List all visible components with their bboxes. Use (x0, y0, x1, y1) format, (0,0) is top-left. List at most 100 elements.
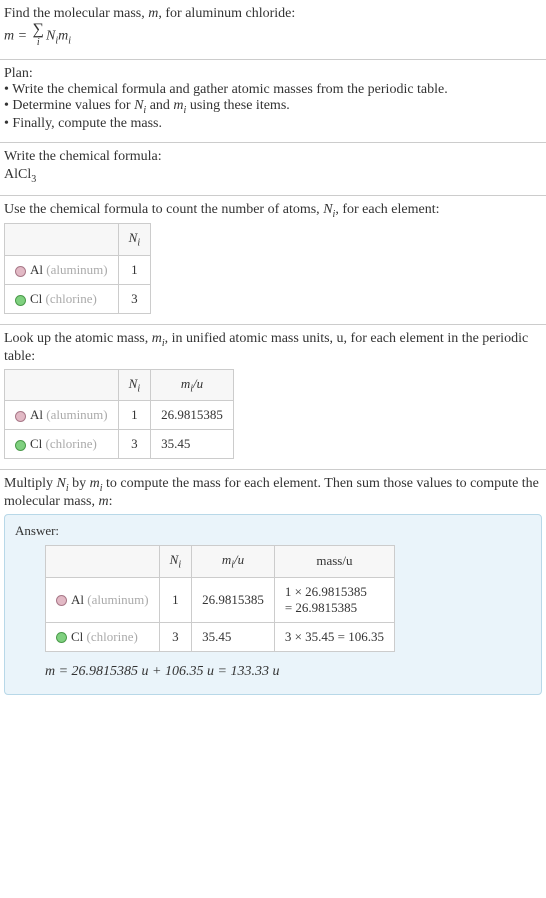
intro-section: Find the molecular mass, m, for aluminum… (0, 0, 546, 60)
element-name: (chlorine) (46, 291, 97, 306)
n-header: Ni (118, 224, 150, 256)
element-dot-icon (15, 295, 26, 306)
mass-header: mass/u (274, 546, 394, 578)
final-var: N (57, 476, 66, 491)
element-cell: Al (aluminum) (5, 255, 119, 284)
element-name: (aluminum) (46, 407, 107, 422)
header-var: m (222, 552, 231, 567)
element-symbol: Cl (30, 436, 42, 451)
plan-bullet: • Write the chemical formula and gather … (4, 82, 542, 98)
element-cell: Al (aluminum) (5, 401, 119, 430)
table-header-row: Ni mi/u mass/u (46, 546, 395, 578)
m-cell: 26.9815385 (151, 401, 234, 430)
header-var: m (181, 376, 190, 391)
m-cell: 26.9815385 (192, 577, 275, 622)
header-var: N (170, 552, 179, 567)
element-symbol: Al (71, 592, 84, 607)
eq-lhs: m (4, 29, 14, 44)
table-row: Cl (chlorine) 3 35.45 (5, 430, 234, 459)
final-text: Multiply (4, 476, 57, 491)
sum-symbol: ∑i (33, 24, 44, 49)
header-sub: i (178, 560, 181, 571)
chem-sub: 3 (31, 174, 36, 185)
m-cell: 35.45 (151, 430, 234, 459)
final-heading: Multiply Ni by mi to compute the mass fo… (4, 476, 542, 510)
mass-heading: Look up the atomic mass, mi, in unified … (4, 331, 542, 365)
plan-bullet: • Determine values for Ni and mi using t… (4, 98, 542, 116)
header-var: N (129, 376, 138, 391)
n-header: Ni (159, 546, 191, 578)
formula-section: Write the chemical formula: AlCl3 (0, 143, 546, 196)
table-row: Cl (chlorine) 3 (5, 284, 151, 313)
final-var: m (98, 494, 108, 509)
element-symbol: Al (30, 262, 43, 277)
m-header: mi/u (192, 546, 275, 578)
final-var: m (90, 476, 100, 491)
element-dot-icon (15, 411, 26, 422)
answer-box: Answer: Ni mi/u mass/u Al (aluminum) 1 2… (4, 514, 542, 695)
count-var: N (323, 202, 332, 217)
eq-n: N (46, 29, 55, 44)
empty-header (5, 224, 119, 256)
formula-heading: Write the chemical formula: (4, 149, 542, 165)
mass-line: = 26.9815385 (285, 600, 357, 615)
count-table: Ni Al (aluminum) 1 Cl (chlorine) 3 (4, 223, 151, 314)
table-row: Cl (chlorine) 3 35.45 3 × 35.45 = 106.35 (46, 622, 395, 651)
element-name: (chlorine) (46, 436, 97, 451)
element-symbol: Cl (30, 291, 42, 306)
table-header-row: Ni (5, 224, 151, 256)
table-header-row: Ni mi/u (5, 369, 234, 401)
element-cell: Cl (chlorine) (5, 430, 119, 459)
n-cell: 1 (159, 577, 191, 622)
plan-heading: Plan: (4, 66, 542, 82)
empty-header (46, 546, 160, 578)
element-dot-icon (56, 632, 67, 643)
sigma-icon: ∑ (33, 21, 44, 38)
eq-m-sub: i (68, 36, 71, 47)
eq-m: m (58, 29, 68, 44)
n-cell: 3 (118, 284, 150, 313)
count-heading: Use the chemical formula to count the nu… (4, 202, 542, 220)
mass-text: Look up the atomic mass, (4, 331, 152, 346)
final-section: Multiply Ni by mi to compute the mass fo… (0, 470, 546, 704)
count-text: , for each element: (335, 202, 439, 217)
intro-text: Find the molecular mass, (4, 6, 148, 21)
mass-cell: 3 × 35.45 = 106.35 (274, 622, 394, 651)
mass-cell: 1 × 26.9815385= 26.9815385 (274, 577, 394, 622)
final-text: by (69, 476, 90, 491)
answer-label: Answer: (15, 523, 531, 539)
mass-table: Ni mi/u Al (aluminum) 1 26.9815385 Cl (c… (4, 369, 234, 460)
n-header: Ni (118, 369, 150, 401)
element-cell: Al (aluminum) (46, 577, 160, 622)
answer-table: Ni mi/u mass/u Al (aluminum) 1 26.981538… (45, 545, 395, 652)
plan-text: and (146, 98, 173, 113)
eq-eq: = (14, 29, 30, 44)
count-section: Use the chemical formula to count the nu… (0, 196, 546, 325)
element-name: (chlorine) (87, 629, 138, 644)
header-var: N (129, 230, 138, 245)
plan-text: using these items. (186, 98, 289, 113)
element-dot-icon (56, 595, 67, 606)
element-dot-icon (15, 266, 26, 277)
header-sub: i (137, 383, 140, 394)
result-line: m = 26.9815385 u + 106.35 u = 133.33 u (45, 664, 531, 680)
element-name: (aluminum) (87, 592, 148, 607)
m-header: mi/u (151, 369, 234, 401)
header-unit: /u (234, 552, 244, 567)
element-dot-icon (15, 440, 26, 451)
intro-text2: , for aluminum chloride: (158, 6, 295, 21)
mass-var: m (152, 331, 162, 346)
m-cell: 35.45 (192, 622, 275, 651)
header-unit: /u (193, 376, 203, 391)
intro-var: m (148, 6, 158, 21)
plan-section: Plan: • Write the chemical formula and g… (0, 60, 546, 143)
n-cell: 1 (118, 255, 150, 284)
mass-line: 1 × 26.9815385 (285, 584, 367, 599)
empty-header (5, 369, 119, 401)
element-name: (aluminum) (46, 262, 107, 277)
element-cell: Cl (chlorine) (46, 622, 160, 651)
count-text: Use the chemical formula to count the nu… (4, 202, 323, 217)
plan-var: m (173, 98, 183, 113)
n-cell: 3 (159, 622, 191, 651)
table-row: Al (aluminum) 1 26.9815385 1 × 26.981538… (46, 577, 395, 622)
